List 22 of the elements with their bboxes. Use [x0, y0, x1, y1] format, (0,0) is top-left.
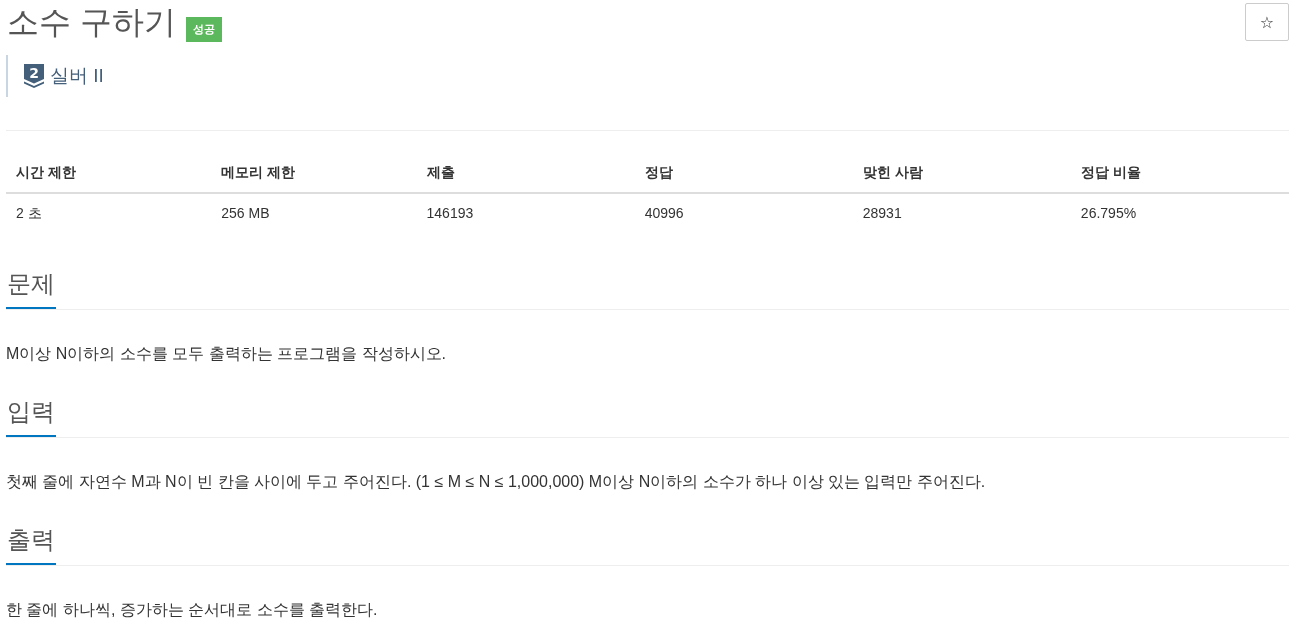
problem-title: 소수 구하기	[7, 3, 176, 42]
tier-name: 실버 II	[50, 65, 104, 87]
table-cell: 28931	[852, 193, 1071, 232]
section-text: M이상 N이하의 소수를 모두 출력하는 프로그램을 작성하시오.	[6, 344, 447, 364]
section-text: 한 줄에 하나씩, 증가하는 순서대로 소수를 출력한다.	[6, 600, 379, 620]
column-header: 메모리 제한	[211, 152, 417, 193]
column-header: 제출	[416, 152, 635, 193]
column-header: 정답	[634, 152, 853, 193]
section-heading: 문제	[6, 269, 56, 309]
table-cell: 26.795%	[1070, 193, 1289, 232]
result-badge: 성공	[185, 16, 222, 42]
section-heading: 출력	[6, 525, 56, 565]
section-heading: 입력	[6, 397, 56, 437]
table-cell: 2 초	[6, 193, 212, 232]
column-header: 정답 비율	[1070, 152, 1289, 193]
favorite-button[interactable]: ☆	[1245, 3, 1289, 41]
table-cell: 40996	[634, 193, 853, 232]
column-header: 시간 제한	[6, 152, 212, 193]
table-cell: 256 MB	[211, 193, 417, 232]
column-header: 맞힌 사람	[852, 152, 1071, 193]
table-cell: 146193	[416, 193, 635, 232]
section-text: 첫째 줄에 자연수 M과 N이 빈 칸을 사이에 두고 주어진다. (1 ≤ M ≤ N ≤ 1,000,000) M이상 N이하의 소수가 하나 이상 있는 입력만 주어진다.	[6, 472, 987, 492]
